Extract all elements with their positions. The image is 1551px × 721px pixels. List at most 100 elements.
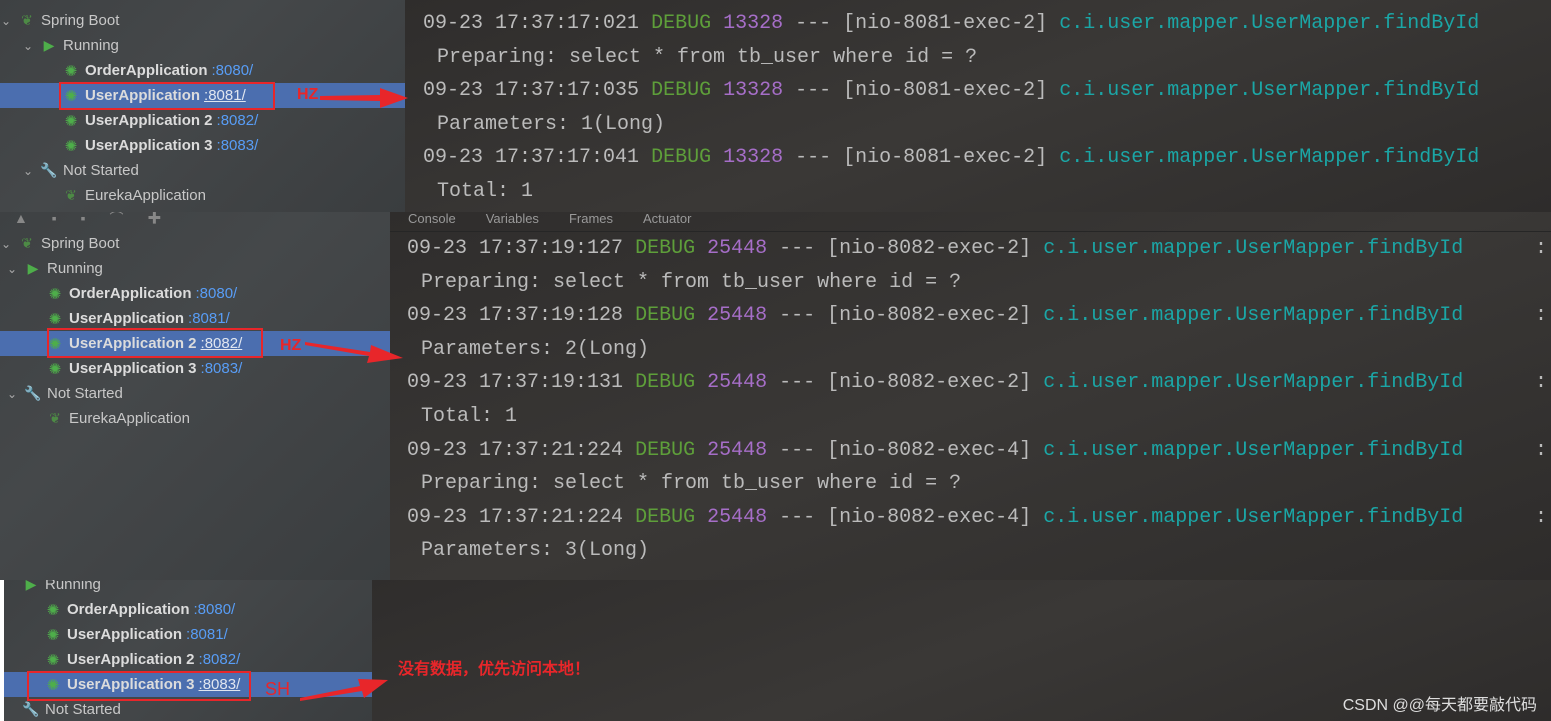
bug-icon: ✺ [46, 626, 60, 644]
log-line: 09-23 17:37:21:224 DEBUG 25448 --- [nio-… [407, 505, 1547, 529]
spring-boot-icon: ❦ [21, 235, 33, 251]
tree-item-label: Not Started [45, 701, 121, 718]
spring-boot-icon: ❦ [21, 12, 33, 28]
port-link[interactable]: :8080/ [212, 62, 254, 79]
tree-item[interactable]: ▶ Running [4, 580, 372, 597]
annotation-label: HZ [297, 86, 319, 103]
services-tree: ▲ ▪ ▪ ⌒ ✚ ⌄ ❦ Spring Boot ⌄ ▶ Running ✺ OrderAp… [0, 212, 390, 580]
log-level: DEBUG [651, 79, 712, 103]
log-line: Parameters: 3(Long) [421, 539, 650, 563]
play-icon: ▶ [43, 37, 55, 53]
port-link[interactable]: :8080/ [196, 285, 238, 302]
tree-item[interactable]: ⌄ ▶ Running [0, 256, 390, 281]
log-tail: : [1535, 371, 1548, 395]
log-logger: c.i.user.mapper.UserMapper.findById [1059, 146, 1480, 170]
log-pid: 25448 [707, 438, 768, 462]
log-time: 09-23 17:37:19:128 [407, 304, 624, 328]
tree-item[interactable]: ✺ UserApplication 2:8082/ [4, 647, 372, 672]
chevron-down-icon[interactable]: ⌄ [6, 387, 18, 401]
port-link[interactable]: :8082/ [217, 112, 259, 129]
tab-console[interactable]: Console [408, 212, 456, 226]
port-link[interactable]: :8083/ [201, 360, 243, 377]
log-logger: c.i.user.mapper.UserMapper.findById [1043, 505, 1464, 529]
tree-item[interactable]: ❦ EurekaApplication [0, 183, 405, 208]
log-level: DEBUG [635, 237, 696, 260]
tree-item-label: UserApplication [67, 626, 183, 643]
chevron-down-icon[interactable]: ⌄ [0, 14, 12, 28]
tree-item[interactable]: ⌄ ❦ Spring Boot [0, 231, 390, 256]
tree-item[interactable]: ⌄ 🔧 Not Started [0, 381, 390, 406]
log-pid: 13328 [723, 12, 784, 35]
bug-icon: ✺ [48, 360, 62, 378]
log-logger: c.i.user.mapper.UserMapper.findById [1043, 438, 1464, 462]
log-level: DEBUG [635, 304, 696, 328]
port-link[interactable]: :8082/ [199, 651, 241, 668]
play-icon: ▶ [27, 260, 39, 276]
log-line: 09-23 17:37:19:131 DEBUG 25448 --- [nio-… [407, 371, 1547, 395]
chevron-down-icon[interactable]: ⌄ [22, 39, 34, 53]
console-output: Console Variables Frames Actuator 09-23 17:… [390, 212, 1551, 580]
log-line: 09-23 17:37:17:041 DEBUG 13328 --- [nio-… [423, 146, 1479, 169]
log-line: 09-23 17:37:19:128 DEBUG 25448 --- [nio-… [407, 304, 1547, 328]
tree-item-label: UserApplication 3 [85, 137, 213, 154]
tree-item[interactable]: ⌄ ▶ Running [0, 33, 405, 58]
log-level: DEBUG [635, 371, 696, 395]
tree-item-label: Running [63, 37, 119, 54]
log-logger: c.i.user.mapper.UserMapper.findById [1059, 12, 1480, 35]
log-tail: : [1535, 438, 1548, 462]
log-thread: [nio-8082-exec-2] [827, 304, 1032, 328]
chevron-down-icon[interactable]: ⌄ [22, 164, 34, 178]
log-thread: [nio-8082-exec-2] [827, 371, 1032, 395]
log-line: 09-23 17:37:21:224 DEBUG 25448 --- [nio-… [407, 438, 1547, 462]
tree-item-label: Running [45, 580, 101, 593]
tree-item[interactable]: ⌄ ❦ Spring Boot [0, 8, 405, 33]
debug-tabs: Console Variables Frames Actuator [408, 212, 691, 228]
log-separator: --- [779, 304, 816, 328]
log-line: Parameters: 2(Long) [421, 337, 650, 361]
tree-item[interactable]: ✺ UserApplication 3:8083/ [0, 133, 405, 158]
tab-frames[interactable]: Frames [569, 212, 613, 226]
panel-hz-8081: ⌄ ❦ Spring Boot ⌄ ▶ Running ✺ OrderApplication:… [0, 0, 1551, 212]
tree-item-label: Spring Boot [41, 235, 120, 252]
tree-item-label: Not Started [47, 385, 123, 402]
tree-item[interactable]: ❦ EurekaApplication [0, 406, 390, 431]
tab-actuator[interactable]: Actuator [643, 212, 691, 226]
tree-toolbar: ▲ ▪ ▪ ⌒ ✚ [14, 212, 172, 226]
log-level: DEBUG [651, 12, 712, 35]
port-link[interactable]: :8081/ [188, 310, 230, 327]
tree-item[interactable]: ✺ OrderApplication:8080/ [4, 597, 372, 622]
arrow-icon [320, 88, 408, 108]
tree-item[interactable]: ✺ UserApplication:8081/ [4, 622, 372, 647]
log-logger: c.i.user.mapper.UserMapper.findById [1043, 237, 1464, 260]
port-link[interactable]: :8083/ [217, 137, 259, 154]
tab-variables[interactable]: Variables [486, 212, 539, 226]
tree-item-label: UserApplication 2 [67, 651, 195, 668]
watermark: CSDN @@每天都要敲代码 [1342, 697, 1537, 714]
chevron-down-icon[interactable]: ⌄ [6, 262, 18, 276]
log-logger: c.i.user.mapper.UserMapper.findById [1043, 371, 1464, 395]
log-pid: 25448 [707, 237, 768, 260]
highlight-box [47, 328, 263, 358]
spring-boot-icon: ❦ [65, 187, 77, 203]
chevron-down-icon[interactable]: ⌄ [0, 237, 12, 251]
log-line: Parameters: 1(Long) [437, 112, 666, 136]
tree-item[interactable]: ✺ OrderApplication:8080/ [0, 58, 405, 83]
tree-item-label: EurekaApplication [85, 187, 206, 204]
tree-item[interactable]: ✺ OrderApplication:8080/ [0, 281, 390, 306]
arrow-icon [305, 342, 403, 363]
port-link[interactable]: :8081/ [186, 626, 228, 643]
tree-item-label: UserApplication 3 [69, 360, 197, 377]
log-tail: : [1535, 505, 1548, 529]
highlight-box [59, 82, 275, 110]
tree-item[interactable]: ✺ UserApplication 2:8082/ [0, 108, 405, 133]
bug-icon: ✺ [64, 137, 78, 155]
log-separator: --- [779, 505, 816, 529]
port-link[interactable]: :8080/ [194, 601, 236, 618]
tree-item[interactable]: ⌄ 🔧 Not Started [0, 158, 405, 183]
log-line: 09-23 17:37:19:127 DEBUG 25448 --- [nio-… [407, 237, 1547, 260]
tree-item-label: OrderApplication [85, 62, 208, 79]
log-thread: [nio-8081-exec-2] [843, 79, 1048, 103]
log-thread: [nio-8082-exec-2] [827, 237, 1032, 260]
log-line: Total: 1 [421, 405, 518, 428]
tree-item-label: Running [47, 260, 103, 277]
